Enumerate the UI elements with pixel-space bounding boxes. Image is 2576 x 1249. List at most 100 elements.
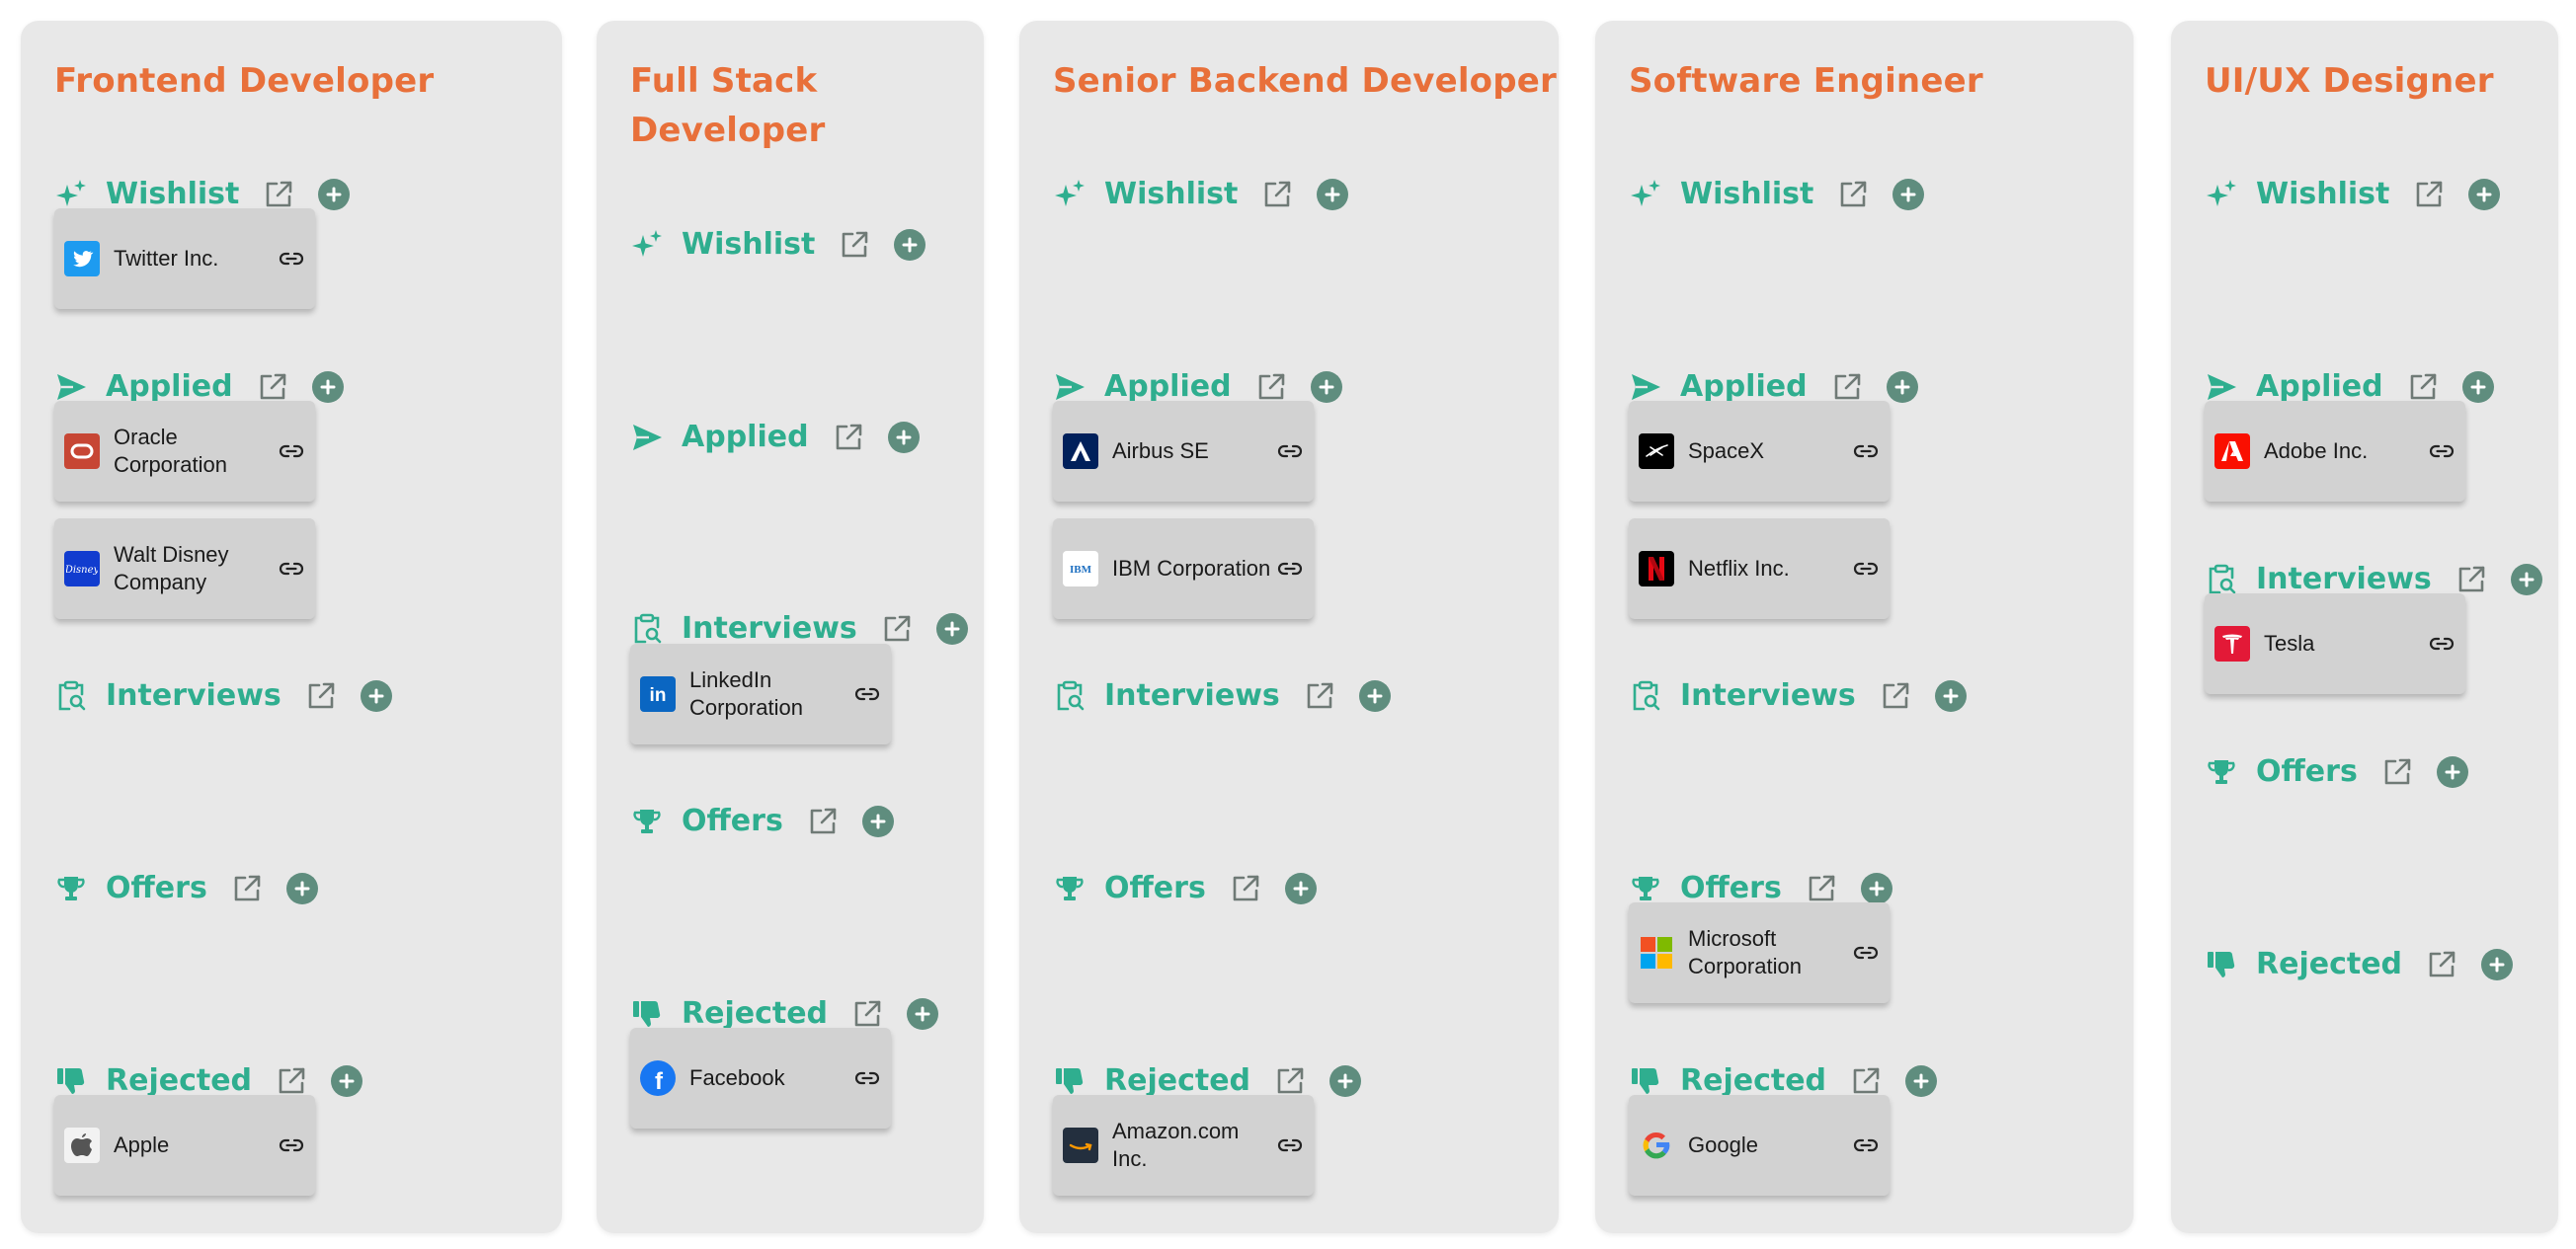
link-icon[interactable] bbox=[1276, 1132, 1304, 1159]
link-icon[interactable] bbox=[1852, 939, 1880, 967]
external-link-icon[interactable] bbox=[833, 422, 864, 453]
section-offers: Offers bbox=[54, 867, 318, 910]
add-button[interactable] bbox=[318, 179, 351, 210]
add-button[interactable] bbox=[1934, 680, 1967, 712]
external-link-icon[interactable] bbox=[1850, 1065, 1882, 1097]
external-link-icon[interactable] bbox=[1831, 371, 1863, 403]
column-title: Senior Backend Developer bbox=[1053, 61, 1558, 101]
job-card[interactable]: IBM IBM Corporation bbox=[1053, 518, 1314, 619]
section-offers: Offers bbox=[2205, 750, 2468, 794]
external-link-icon[interactable] bbox=[1255, 371, 1287, 403]
external-link-icon[interactable] bbox=[807, 806, 839, 837]
job-card[interactable]: f Facebook bbox=[630, 1028, 891, 1129]
external-link-icon[interactable] bbox=[2407, 371, 2439, 403]
add-button[interactable] bbox=[285, 873, 318, 904]
section-interviews: Interviews bbox=[1053, 674, 1391, 718]
add-button[interactable] bbox=[887, 422, 920, 453]
add-button[interactable] bbox=[935, 613, 968, 645]
section-label: Interviews bbox=[1104, 678, 1280, 713]
job-card[interactable]: Apple bbox=[54, 1095, 315, 1196]
link-icon[interactable] bbox=[1276, 555, 1304, 583]
add-button[interactable] bbox=[907, 998, 939, 1030]
add-button[interactable] bbox=[861, 806, 894, 837]
section-wishlist: Wishlist bbox=[2205, 173, 2501, 216]
facebook-logo: f bbox=[640, 1060, 676, 1096]
section-offers: Offers bbox=[630, 800, 894, 843]
external-link-icon[interactable] bbox=[231, 873, 263, 904]
external-link-icon[interactable] bbox=[1274, 1065, 1306, 1097]
job-card[interactable]: Amazon.com Inc. bbox=[1053, 1095, 1314, 1196]
paper-plane-icon bbox=[1629, 370, 1662, 404]
add-button[interactable] bbox=[1329, 1065, 1362, 1097]
add-button[interactable] bbox=[1905, 1065, 1938, 1097]
add-button[interactable] bbox=[2461, 371, 2494, 403]
add-button[interactable] bbox=[1860, 873, 1892, 904]
add-button[interactable] bbox=[894, 229, 926, 261]
external-link-icon[interactable] bbox=[1837, 179, 1869, 210]
link-icon[interactable] bbox=[278, 1132, 305, 1159]
external-link-icon[interactable] bbox=[305, 680, 337, 712]
link-icon[interactable] bbox=[278, 437, 305, 465]
job-card[interactable]: SpaceX bbox=[1629, 401, 1890, 502]
add-button[interactable] bbox=[2481, 949, 2514, 980]
link-icon[interactable] bbox=[1852, 1132, 1880, 1159]
external-link-icon[interactable] bbox=[2413, 179, 2445, 210]
add-button[interactable] bbox=[2436, 756, 2468, 788]
link-icon[interactable] bbox=[853, 1064, 881, 1092]
add-button[interactable] bbox=[311, 371, 344, 403]
job-card[interactable]: Netflix Inc. bbox=[1629, 518, 1890, 619]
external-link-icon[interactable] bbox=[2426, 949, 2457, 980]
add-button[interactable] bbox=[1317, 179, 1349, 210]
column-title: Software Engineer bbox=[1629, 61, 1983, 101]
external-link-icon[interactable] bbox=[1880, 680, 1911, 712]
external-link-icon[interactable] bbox=[263, 179, 294, 210]
external-link-icon[interactable] bbox=[276, 1065, 307, 1097]
external-link-icon[interactable] bbox=[2381, 756, 2413, 788]
external-link-icon[interactable] bbox=[1261, 179, 1293, 210]
job-card[interactable]: Tesla bbox=[2205, 593, 2465, 694]
external-link-icon[interactable] bbox=[881, 613, 913, 645]
link-icon[interactable] bbox=[1276, 437, 1304, 465]
job-card[interactable]: Oracle Corporation bbox=[54, 401, 315, 502]
external-link-icon[interactable] bbox=[839, 229, 870, 261]
link-icon[interactable] bbox=[278, 555, 305, 583]
apple-logo bbox=[64, 1128, 100, 1163]
job-card[interactable]: Adobe Inc. bbox=[2205, 401, 2465, 502]
link-icon[interactable] bbox=[1852, 437, 1880, 465]
add-button[interactable] bbox=[1358, 680, 1391, 712]
link-icon[interactable] bbox=[2428, 437, 2455, 465]
job-card[interactable]: Airbus SE bbox=[1053, 401, 1314, 502]
link-icon[interactable] bbox=[278, 245, 305, 273]
external-link-icon[interactable] bbox=[1304, 680, 1335, 712]
netflix-logo bbox=[1639, 551, 1674, 586]
add-button[interactable] bbox=[1284, 873, 1317, 904]
section-label: Offers bbox=[682, 804, 783, 838]
external-link-icon[interactable] bbox=[851, 998, 883, 1030]
job-card[interactable]: Twitter Inc. bbox=[54, 208, 315, 309]
job-card[interactable]: Google bbox=[1629, 1095, 1890, 1196]
job-card[interactable]: Disney Walt Disney Company bbox=[54, 518, 315, 619]
section-label: Interviews bbox=[106, 678, 282, 713]
trophy-icon bbox=[1053, 872, 1087, 905]
add-button[interactable] bbox=[1310, 371, 1342, 403]
company-name: Amazon.com Inc. bbox=[1112, 1119, 1240, 1171]
link-icon[interactable] bbox=[2428, 630, 2455, 658]
add-button[interactable] bbox=[2510, 564, 2542, 595]
external-link-icon[interactable] bbox=[257, 371, 288, 403]
external-link-icon[interactable] bbox=[1806, 873, 1837, 904]
job-card[interactable]: in LinkedIn Corporation bbox=[630, 644, 891, 744]
external-link-icon[interactable] bbox=[1230, 873, 1261, 904]
company-name: Microsoft Corporation bbox=[1688, 926, 1802, 978]
link-icon[interactable] bbox=[1852, 555, 1880, 583]
job-card[interactable]: Microsoft Corporation bbox=[1629, 902, 1890, 1003]
add-button[interactable] bbox=[1886, 371, 1918, 403]
trophy-icon bbox=[2205, 755, 2238, 789]
add-button[interactable] bbox=[360, 680, 392, 712]
section-label: Interviews bbox=[1680, 678, 1856, 713]
add-button[interactable] bbox=[331, 1065, 363, 1097]
add-button[interactable] bbox=[2468, 179, 2501, 210]
external-link-icon[interactable] bbox=[2455, 564, 2487, 595]
google-logo bbox=[1639, 1128, 1674, 1163]
add-button[interactable] bbox=[1892, 179, 1925, 210]
link-icon[interactable] bbox=[853, 680, 881, 708]
